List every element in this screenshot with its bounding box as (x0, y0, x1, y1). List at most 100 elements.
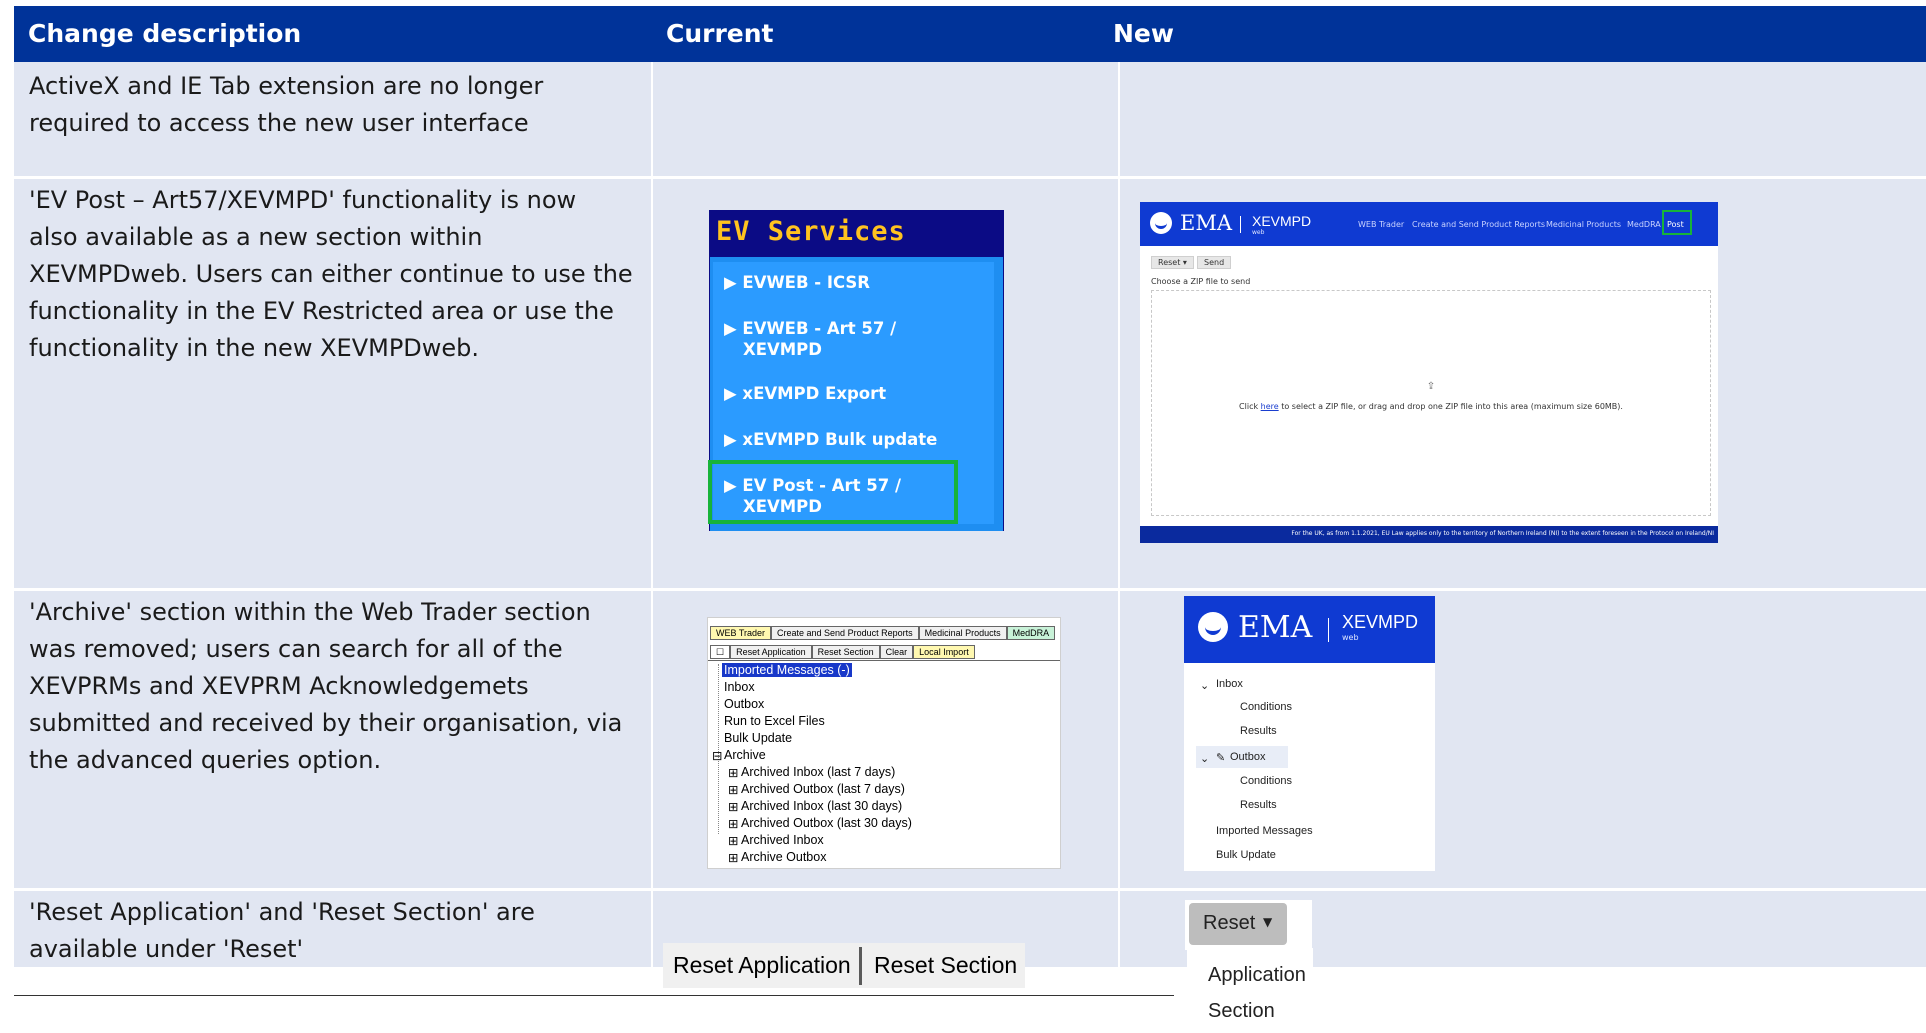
tree-expander-icon[interactable]: ⊞ (728, 816, 738, 831)
old-reset-toolbar: Reset Application Reset Section (663, 943, 1025, 988)
menu-item-application[interactable]: Application (1208, 964, 1306, 987)
pencil-icon: ✎ (1216, 752, 1226, 764)
header-current: Current (666, 19, 774, 48)
tab-web-trader[interactable]: WEB Trader (710, 626, 772, 640)
ev-menu-item-label: ▶ xEVMPD Export (724, 384, 887, 403)
web-trader-toolbar: ☐ Reset Application Reset Section Clear Loca… (710, 640, 975, 659)
desc-line: submitted and received by their organisa… (29, 709, 623, 737)
ev-menu-item-bulk-update[interactable]: ▶ xEVMPD Bulk update (724, 429, 937, 450)
ev-menu-item-evweb-icsr[interactable]: ▶ EVWEB - ICSR (724, 272, 870, 293)
tree-item[interactable]: Outbox (724, 697, 764, 711)
ev-menu-item-label: XEVMPD (743, 340, 822, 359)
reset-application-button[interactable]: Reset Application (673, 943, 851, 988)
tree-item[interactable]: Archive (724, 748, 766, 762)
ev-menu-item-xevmpd-export[interactable]: ▶ xEVMPD Export (724, 383, 886, 404)
tree-item-imported-messages[interactable]: Imported Messages (1216, 825, 1313, 837)
zip-drop-area[interactable]: ⇪ Click here to select a ZIP file, or dr… (1151, 290, 1711, 516)
footer-text: For the UK, as from 1.1.2021, EU Law app… (1291, 530, 1714, 537)
tree-item[interactable]: Archive Outbox (741, 850, 826, 864)
select-file-link[interactable]: here (1261, 402, 1279, 411)
tree-item-conditions[interactable]: Conditions (1240, 775, 1292, 787)
button-divider (859, 947, 862, 985)
desc-line: 'EV Post – Art57/XEVMPD' functionality i… (29, 186, 577, 214)
reset-dropdown-button[interactable]: Reset ▼ (1189, 903, 1287, 945)
tree-item-selected[interactable]: Imported Messages (-) (722, 663, 852, 677)
desc-line: was removed; users can search for all of… (29, 635, 563, 663)
tree-expander-icon[interactable]: ⊞ (728, 765, 738, 780)
web-trader-screen: WEB Trader Create and Send Product Report… (707, 617, 1061, 869)
ema-logo-icon (1150, 212, 1172, 234)
menu-item-section[interactable]: Section (1208, 1000, 1275, 1023)
nav-create-send[interactable]: Create and Send Product Reports (1412, 220, 1545, 229)
tree-item[interactable]: Archived Outbox (last 7 days) (741, 782, 905, 796)
upload-icon: ⇪ (1426, 381, 1436, 392)
reset-section-button[interactable]: Reset Section (811, 645, 880, 659)
caret-down-icon: ▼ (1263, 915, 1273, 929)
desc-line: the advanced queries option. (29, 746, 382, 774)
row4-description: 'Reset Application' and 'Reset Section' … (29, 894, 535, 968)
tree-item-results[interactable]: Results (1240, 799, 1277, 811)
reset-application-button[interactable]: Reset Application (730, 645, 812, 659)
tree-item[interactable]: Inbox (724, 680, 755, 694)
drop-instructions: Click here to select a ZIP file, or drag… (1152, 402, 1710, 411)
tree-item-outbox[interactable]: Outbox (1230, 751, 1265, 763)
ema-logo-icon (1198, 612, 1228, 642)
desc-line: XEVPRMs and XEVPRM Acknowledgemets (29, 672, 529, 700)
checkbox-icon[interactable]: ☐ (710, 645, 731, 659)
reset-label: Reset (1203, 912, 1256, 934)
app-header-bar: EMA XEVMPD web (1184, 596, 1435, 663)
tree-item[interactable]: Bulk Update (724, 731, 792, 745)
reset-section-button[interactable]: Reset Section (874, 943, 1017, 988)
app-header-bar: EMA XEVMPD web WEB Trader Create and Sen… (1140, 202, 1718, 246)
footer-bar: For the UK, as from 1.1.2021, EU Law app… (1140, 526, 1718, 543)
header-change-description: Change description (28, 19, 302, 48)
bottom-rule (14, 995, 1174, 996)
tree-expander-icon[interactable]: ⊞ (728, 833, 738, 848)
desc-line: available under 'Reset' (29, 935, 304, 963)
column-divider (1118, 62, 1120, 967)
reset-menu: Application Section (1187, 948, 1313, 1033)
desc-line: functionality in the new XEVMPDweb. (29, 334, 480, 362)
tree-item[interactable]: Archived Inbox (last 7 days) (741, 765, 895, 779)
nav-medicinal-products[interactable]: Medicinal Products (1546, 220, 1621, 229)
send-button[interactable]: Send (1197, 256, 1232, 269)
app-subname: web (1342, 633, 1359, 642)
ev-menu-item-evweb-art57[interactable]: ▶ EVWEB - Art 57 / XEVMPD (724, 318, 896, 360)
desc-line: 'Archive' section within the Web Trader … (29, 598, 591, 626)
tree-item-conditions[interactable]: Conditions (1240, 701, 1292, 713)
tab-create-send[interactable]: Create and Send Product Reports (771, 626, 919, 640)
xevmpd-tree-screen: EMA XEVMPD web ⌄ Inbox Conditions Result… (1184, 596, 1435, 871)
clear-button[interactable]: Clear (879, 645, 914, 659)
tree-expander-icon[interactable]: ⊞ (728, 799, 738, 814)
tree-expander-icon[interactable]: ⊞ (728, 782, 738, 797)
ev-menu-item-label: ▶ EVWEB - ICSR (724, 273, 871, 292)
tree-expander-icon[interactable]: ⊞ (728, 850, 738, 865)
tree-item-results[interactable]: Results (1240, 725, 1277, 737)
logo-divider (1240, 216, 1241, 233)
toolbar-divider (708, 660, 1060, 661)
tree-item[interactable]: Archived Inbox (741, 833, 824, 847)
local-import-button[interactable]: Local Import (913, 645, 975, 659)
tab-medicinal-products[interactable]: Medicinal Products (918, 626, 1007, 640)
chevron-down-icon[interactable]: ⌄ (1200, 679, 1209, 692)
tree-expander-icon[interactable]: ⊟ (712, 748, 722, 763)
tree-item[interactable]: Run to Excel Files (724, 714, 825, 728)
tab-meddra[interactable]: MedDRA (1006, 626, 1056, 640)
nav-web-trader[interactable]: WEB Trader (1358, 220, 1404, 229)
desc-line: also available as a new section within (29, 223, 483, 251)
xevmpd-post-screen: EMA XEVMPD web WEB Trader Create and Sen… (1140, 202, 1718, 543)
tree-item[interactable]: Archived Outbox (last 30 days) (741, 816, 912, 830)
nav-post[interactable]: Post (1667, 220, 1684, 229)
tree-item-inbox[interactable]: Inbox (1216, 678, 1243, 690)
ev-menu-item-label: ▶ EVWEB - Art 57 / (724, 319, 897, 338)
logo-divider (1328, 618, 1329, 642)
tree-item[interactable]: Archived Inbox (last 30 days) (741, 799, 902, 813)
desc-line: functionality in the EV Restricted area … (29, 297, 614, 325)
reset-dropdown-button[interactable]: Reset ▾ (1151, 256, 1194, 269)
choose-zip-label: Choose a ZIP file to send (1151, 277, 1251, 286)
row3-description: 'Archive' section within the Web Trader … (29, 594, 622, 779)
chevron-down-icon[interactable]: ⌄ (1200, 752, 1209, 765)
tree-item-bulk-update[interactable]: Bulk Update (1216, 849, 1276, 861)
nav-meddra[interactable]: MedDRA (1627, 220, 1661, 229)
column-divider (651, 62, 653, 967)
